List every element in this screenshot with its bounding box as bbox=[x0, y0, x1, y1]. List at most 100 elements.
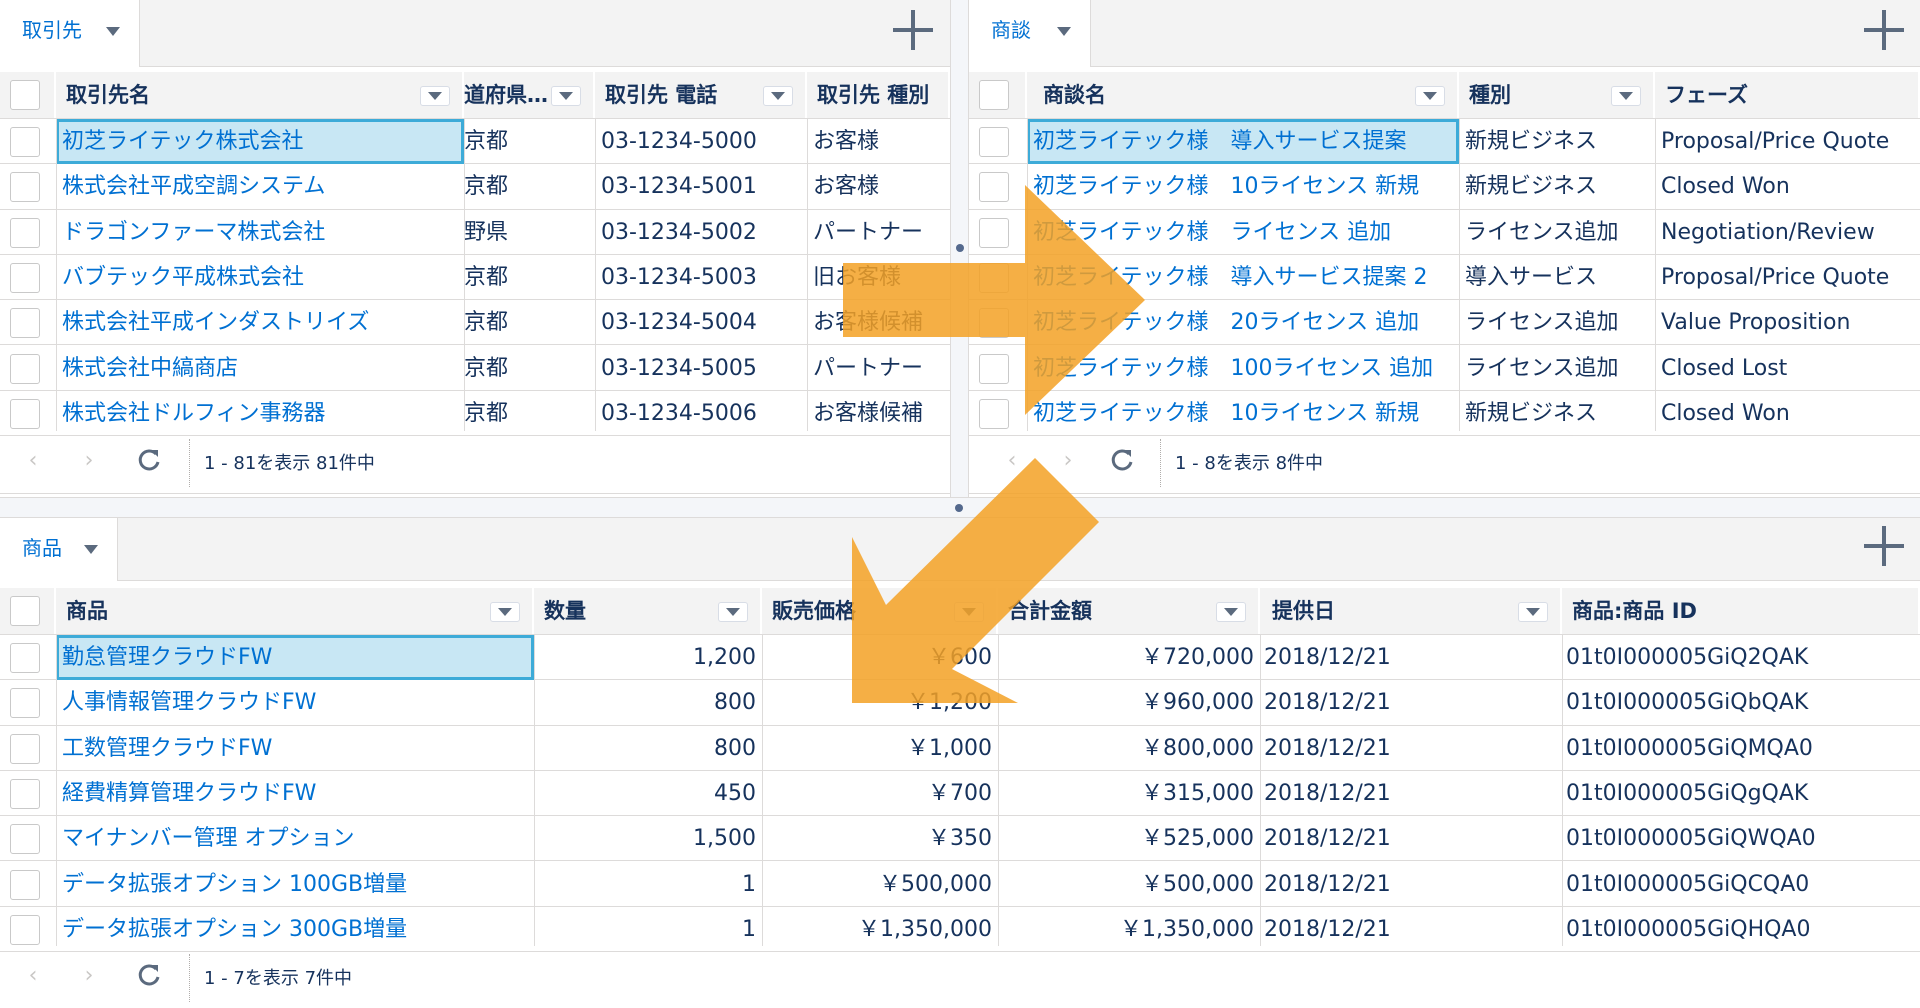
opportunity-name-link[interactable]: 初芝ライテック様 ライセンス 追加 bbox=[1027, 210, 1459, 255]
opportunity-name-link[interactable]: 初芝ライテック様 10ライセンス 新規 bbox=[1027, 164, 1459, 209]
row-checkbox[interactable] bbox=[10, 688, 40, 719]
table-row[interactable]: 人事情報管理クラウドFW 800 ￥1,200 ￥960,000 2018/12/21 0… bbox=[0, 680, 1920, 726]
select-all-checkbox[interactable] bbox=[10, 80, 40, 110]
row-checkbox[interactable] bbox=[979, 172, 1009, 203]
splitter-handle[interactable] bbox=[956, 244, 964, 252]
row-checkbox[interactable] bbox=[10, 172, 40, 203]
chevron-left-icon[interactable]: ‹ bbox=[1001, 450, 1023, 472]
tab-accounts[interactable]: 取引先 bbox=[0, 0, 140, 67]
caret-down-icon[interactable] bbox=[763, 86, 793, 106]
caret-down-icon[interactable] bbox=[1518, 602, 1548, 622]
table-row[interactable]: 初芝ライテック様 導入サービス提案 新規ビジネス Proposal/Price Qu… bbox=[969, 119, 1920, 165]
horizontal-splitter[interactable] bbox=[0, 497, 1920, 518]
caret-down-icon[interactable] bbox=[420, 86, 450, 106]
select-all-checkbox[interactable] bbox=[10, 596, 40, 626]
splitter-handle[interactable] bbox=[955, 504, 963, 512]
row-checkbox[interactable] bbox=[10, 127, 40, 157]
refresh-icon[interactable] bbox=[134, 960, 164, 990]
product-name-link[interactable]: マイナンバー管理 オプション bbox=[56, 816, 534, 861]
table-row[interactable]: 初芝ライテック様 導入サービス提案 2 導入サービス Proposal/Price … bbox=[969, 255, 1920, 301]
product-name-link[interactable]: データ拡張オプション 100GB増量 bbox=[56, 862, 534, 907]
row-checkbox[interactable] bbox=[979, 127, 1009, 157]
column-header-account-type[interactable]: 取引先 種別 bbox=[807, 72, 950, 118]
chevron-right-icon[interactable]: › bbox=[78, 965, 100, 987]
chevron-left-icon[interactable]: ‹ bbox=[22, 450, 44, 472]
chevron-right-icon[interactable]: › bbox=[78, 450, 100, 472]
row-checkbox[interactable] bbox=[10, 262, 40, 293]
column-header-stage[interactable]: フェーズ bbox=[1655, 72, 1920, 118]
caret-down-icon[interactable] bbox=[954, 602, 984, 622]
table-row[interactable]: 初芝ライテック様 10ライセンス 新規 新規ビジネス Closed Won bbox=[969, 391, 1920, 437]
row-checkbox[interactable] bbox=[10, 643, 40, 673]
row-checkbox[interactable] bbox=[979, 353, 1009, 384]
row-checkbox[interactable] bbox=[10, 869, 40, 900]
column-header-service-date[interactable]: 提供日 bbox=[1260, 588, 1562, 634]
column-header-prefecture[interactable]: 道府県… bbox=[464, 72, 595, 118]
column-header-opportunity-name[interactable]: 商談名 bbox=[1027, 72, 1459, 118]
plus-icon[interactable] bbox=[1860, 6, 1908, 54]
caret-down-icon[interactable] bbox=[106, 27, 120, 36]
account-name-link[interactable]: 株式会社平成インダストリイズ bbox=[56, 300, 464, 345]
refresh-icon[interactable] bbox=[1107, 445, 1137, 475]
vertical-splitter[interactable] bbox=[950, 0, 969, 497]
caret-down-icon[interactable] bbox=[1415, 86, 1445, 106]
account-name-link[interactable]: 株式会社中縞商店 bbox=[56, 346, 464, 391]
plus-icon[interactable] bbox=[889, 6, 937, 54]
tab-products[interactable]: 商品 bbox=[0, 518, 118, 581]
row-checkbox[interactable] bbox=[10, 824, 40, 855]
caret-down-icon[interactable] bbox=[1216, 602, 1246, 622]
account-name-link[interactable]: 初芝ライテック株式会社 bbox=[56, 119, 464, 164]
column-header-phone[interactable]: 取引先 電話 bbox=[595, 72, 807, 118]
caret-down-icon[interactable] bbox=[718, 602, 748, 622]
account-name-link[interactable]: ドラゴンファーマ株式会社 bbox=[56, 210, 464, 255]
refresh-icon[interactable] bbox=[134, 445, 164, 475]
row-checkbox[interactable] bbox=[979, 262, 1009, 293]
caret-down-icon[interactable] bbox=[551, 86, 581, 106]
account-name-link[interactable]: 株式会社ドルフィン事務器 bbox=[56, 391, 464, 436]
plus-icon[interactable] bbox=[1860, 522, 1908, 570]
caret-down-icon[interactable] bbox=[84, 545, 98, 554]
opportunity-name-link[interactable]: 初芝ライテック様 10ライセンス 新規 bbox=[1027, 391, 1459, 436]
column-header-account-name[interactable]: 取引先名 bbox=[56, 72, 464, 118]
row-checkbox[interactable] bbox=[979, 398, 1009, 429]
table-row[interactable]: 経費精算管理クラウドFW 450 ￥700 ￥315,000 2018/12/21 01t… bbox=[0, 771, 1920, 817]
opportunity-name-link[interactable]: 初芝ライテック様 20ライセンス 追加 bbox=[1027, 300, 1459, 345]
row-checkbox[interactable] bbox=[10, 914, 40, 945]
product-name-link[interactable]: 工数管理クラウドFW bbox=[56, 726, 534, 771]
column-header-quantity[interactable]: 数量 bbox=[534, 588, 762, 634]
row-checkbox[interactable] bbox=[10, 217, 40, 248]
opportunity-name-link[interactable]: 初芝ライテック様 導入サービス提案 2 bbox=[1027, 255, 1459, 300]
product-name-link[interactable]: 経費精算管理クラウドFW bbox=[56, 771, 534, 816]
chevron-right-icon[interactable]: › bbox=[1057, 450, 1079, 472]
row-checkbox[interactable] bbox=[10, 398, 40, 429]
caret-down-icon[interactable] bbox=[1057, 27, 1071, 36]
row-checkbox[interactable] bbox=[10, 353, 40, 384]
account-name-link[interactable]: 株式会社平成空調システム bbox=[56, 164, 464, 209]
column-header-total[interactable]: 合計金額 bbox=[998, 588, 1260, 634]
row-checkbox[interactable] bbox=[10, 733, 40, 764]
opportunity-name-link[interactable]: 初芝ライテック様 100ライセンス 追加 bbox=[1027, 346, 1459, 391]
table-row[interactable]: 初芝ライテック様 100ライセンス 追加 ライセンス追加 Closed Lost bbox=[969, 346, 1920, 391]
select-all-checkbox[interactable] bbox=[979, 80, 1009, 110]
column-header-sales-price[interactable]: 販売価格 bbox=[762, 588, 998, 634]
account-name-link[interactable]: バブテック平成株式会社 bbox=[56, 255, 464, 300]
table-row[interactable]: 初芝ライテック様 10ライセンス 新規 新規ビジネス Closed Won bbox=[969, 164, 1920, 210]
table-row[interactable]: データ拡張オプション 100GB増量 1 ￥500,000 ￥500,000 2018/… bbox=[0, 862, 1920, 907]
row-checkbox[interactable] bbox=[979, 308, 1009, 339]
table-row[interactable]: 工数管理クラウドFW 800 ￥1,000 ￥800,000 2018/12/21 01t… bbox=[0, 726, 1920, 771]
row-checkbox[interactable] bbox=[10, 308, 40, 339]
table-row[interactable]: マイナンバー管理 オプション 1,500 ￥350 ￥525,000 2018/12/2… bbox=[0, 816, 1920, 862]
product-name-link[interactable]: 人事情報管理クラウドFW bbox=[56, 680, 534, 725]
table-row[interactable]: 勤怠管理クラウドFW 1,200 ￥600 ￥720,000 2018/12/21 01t… bbox=[0, 635, 1920, 681]
column-header-type[interactable]: 種別 bbox=[1459, 72, 1655, 118]
table-row[interactable]: 初芝ライテック様 ライセンス 追加 ライセンス追加 Negotiation/Revi… bbox=[969, 210, 1920, 255]
row-checkbox[interactable] bbox=[10, 778, 40, 809]
caret-down-icon[interactable] bbox=[490, 602, 520, 622]
product-name-link[interactable]: 勤怠管理クラウドFW bbox=[56, 635, 534, 680]
opportunity-name-link[interactable]: 初芝ライテック様 導入サービス提案 bbox=[1027, 119, 1459, 164]
tab-opportunities[interactable]: 商談 bbox=[969, 0, 1091, 67]
chevron-left-icon[interactable]: ‹ bbox=[22, 965, 44, 987]
caret-down-icon[interactable] bbox=[1611, 86, 1641, 106]
row-checkbox[interactable] bbox=[979, 217, 1009, 248]
column-header-product-id[interactable]: 商品:商品 ID bbox=[1562, 588, 1920, 634]
